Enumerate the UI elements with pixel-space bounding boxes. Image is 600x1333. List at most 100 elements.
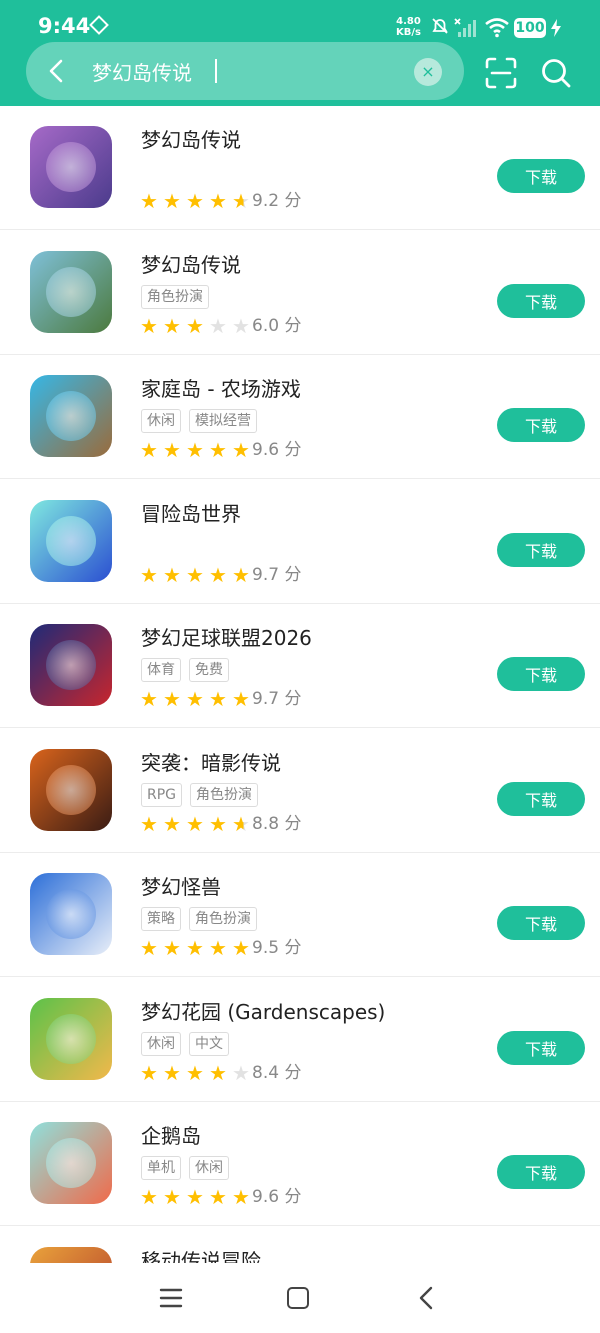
star-icon: ★	[186, 438, 204, 462]
app-icon-art	[46, 266, 96, 317]
rating-score: 9.7 分	[252, 689, 302, 709]
download-button[interactable]: 下载	[497, 781, 585, 816]
download-button[interactable]: 下载	[497, 159, 585, 193]
star-icon: ★	[186, 936, 204, 960]
star-icon: ★	[186, 811, 204, 836]
app-icon-art	[46, 640, 96, 690]
rating-stars: ★ ★ ★ ★ ★	[140, 937, 255, 959]
download-button[interactable]: 下载	[497, 1155, 585, 1189]
app-row[interactable]: 梦幻花园 (Gardenscapes) 休闲 中文 ★ ★ ★ ★ ★ 8.4 分 下载	[0, 978, 600, 1102]
star-icon: ★	[186, 1185, 204, 1209]
rating-score: 9.7 分	[252, 564, 302, 585]
app-tag: 中文	[189, 1031, 229, 1056]
star-icon: ★	[209, 562, 227, 587]
star-icon: ★	[163, 687, 181, 711]
app-icon[interactable]	[30, 499, 112, 582]
app-tags: 休闲 模拟经营	[141, 409, 265, 433]
star-icon: ★	[163, 936, 181, 960]
status-bar: 9:44 4.80 KB/s 100	[0, 0, 600, 44]
app-icon[interactable]	[30, 126, 112, 208]
app-icon[interactable]	[30, 873, 112, 955]
star-icon: ★	[163, 438, 181, 462]
app-title[interactable]: 梦幻岛传说	[141, 124, 241, 153]
star-icon: ★	[186, 562, 204, 587]
download-button[interactable]: 下载	[497, 906, 585, 940]
app-tag: 免费	[189, 658, 229, 682]
search-input[interactable]	[92, 58, 392, 84]
star-icon: ★	[140, 562, 158, 587]
app-row[interactable]: 梦幻岛传说 ★ ★ ★ ★ ★ 9.2 分 下载	[0, 106, 600, 230]
app-row[interactable]: 家庭岛 - 农场游戏 休闲 模拟经营 ★ ★ ★ ★ ★ 9.6 分 下载	[0, 355, 600, 479]
app-tag: 单机	[141, 1156, 181, 1180]
app-icon[interactable]	[30, 997, 112, 1080]
net-speed: 4.80 KB/s	[396, 16, 421, 38]
download-button[interactable]: 下载	[497, 408, 585, 442]
rating-score: 8.8 分	[252, 813, 302, 834]
search-bar[interactable]: ×	[26, 42, 464, 100]
star-icon: ★	[209, 687, 227, 711]
star-icon: ★	[163, 1060, 181, 1085]
app-title[interactable]: 企鹅岛	[141, 1120, 201, 1149]
app-tags: 策略 角色扮演	[141, 907, 265, 931]
star-icon: ★	[209, 1185, 227, 1209]
app-icon-art	[46, 1138, 96, 1188]
star-icon: ★	[209, 313, 227, 338]
app-icon[interactable]	[30, 624, 112, 706]
wifi-icon	[485, 18, 509, 38]
net-speed-value: 4.80	[396, 16, 421, 27]
clear-search-button[interactable]: ×	[414, 58, 442, 86]
rating-score: 9.6 分	[252, 440, 302, 460]
app-title[interactable]: 移动传说冒险	[141, 1245, 261, 1264]
top-header: 9:44 4.80 KB/s 100 梦幻岛传说 ×	[0, 0, 600, 106]
app-icon[interactable]	[30, 1246, 112, 1263]
menu-icon[interactable]	[159, 1287, 183, 1309]
rating-stars: ★ ★ ★ ★ ★	[140, 564, 255, 586]
app-row[interactable]: 企鹅岛 单机 休闲 ★ ★ ★ ★ ★ 9.6 分 下载	[0, 1102, 600, 1226]
star-icon: ★	[163, 562, 181, 587]
star-icon: ★	[209, 438, 227, 462]
app-icon[interactable]	[30, 748, 112, 831]
scan-icon[interactable]	[484, 56, 518, 90]
download-button[interactable]: 下载	[497, 283, 585, 318]
app-title[interactable]: 突袭：暗影传说	[141, 747, 281, 776]
back-arrow-icon[interactable]	[44, 58, 70, 84]
app-title[interactable]: 梦幻足球联盟2026	[141, 622, 312, 651]
search-icon[interactable]	[540, 56, 572, 90]
star-icon: ★	[209, 1060, 227, 1085]
star-icon: ★	[163, 1185, 181, 1209]
app-row[interactable]: 冒险岛世界 ★ ★ ★ ★ ★ 9.7 分 下载	[0, 480, 600, 604]
app-row[interactable]: 突袭：暗影传说 RPG 角色扮演 ★ ★ ★ ★ ★ 8.8 分 下载	[0, 729, 600, 853]
app-row[interactable]: 移动传说冒险	[0, 1227, 600, 1264]
app-tag: 角色扮演	[141, 284, 209, 309]
app-tag: 模拟经营	[189, 409, 257, 433]
app-title[interactable]: 家庭岛 - 农场游戏	[141, 373, 301, 402]
text-cursor	[215, 59, 217, 83]
download-button[interactable]: 下载	[497, 657, 585, 691]
star-icon: ★	[163, 189, 181, 213]
star-icon: ★	[163, 811, 181, 836]
star-icon: ★	[140, 313, 158, 338]
app-icon-art	[46, 391, 96, 441]
notification-diamond-icon	[89, 15, 109, 35]
download-button[interactable]: 下载	[497, 1030, 585, 1065]
star-icon: ★	[186, 1060, 204, 1085]
download-button[interactable]: 下载	[497, 532, 585, 567]
app-title[interactable]: 梦幻怪兽	[141, 871, 221, 900]
app-row[interactable]: 梦幻岛传说 角色扮演 ★ ★ ★ ★ ★ 6.0 分 下载	[0, 231, 600, 355]
app-row[interactable]: 梦幻足球联盟2026 体育 免费 ★ ★ ★ ★ ★ 9.7 分 下载	[0, 604, 600, 728]
star-icon: ★	[209, 936, 227, 960]
rating-stars: ★ ★ ★ ★ ★	[140, 315, 255, 337]
star-icon: ★	[140, 936, 158, 960]
app-tags: 角色扮演	[141, 284, 217, 309]
search-results-list[interactable]: 梦幻岛传说 ★ ★ ★ ★ ★ 9.2 分下载 梦幻岛传说 角色扮演 ★ ★ ★ ★ ★ 6.0 分下载 家庭…	[0, 106, 600, 1263]
app-row[interactable]: 梦幻怪兽 策略 角色扮演 ★ ★ ★ ★ ★ 9.5 分 下载	[0, 853, 600, 977]
home-square-icon[interactable]	[287, 1287, 309, 1309]
app-title[interactable]: 冒险岛世界	[141, 498, 241, 527]
app-icon[interactable]	[30, 1122, 112, 1204]
app-title[interactable]: 梦幻花园 (Gardenscapes)	[141, 996, 385, 1025]
app-icon[interactable]	[30, 250, 112, 333]
app-title[interactable]: 梦幻岛传说	[141, 249, 241, 278]
nav-back-icon[interactable]	[417, 1286, 435, 1310]
app-icon[interactable]	[30, 375, 112, 457]
battery-level: 100	[514, 18, 546, 38]
